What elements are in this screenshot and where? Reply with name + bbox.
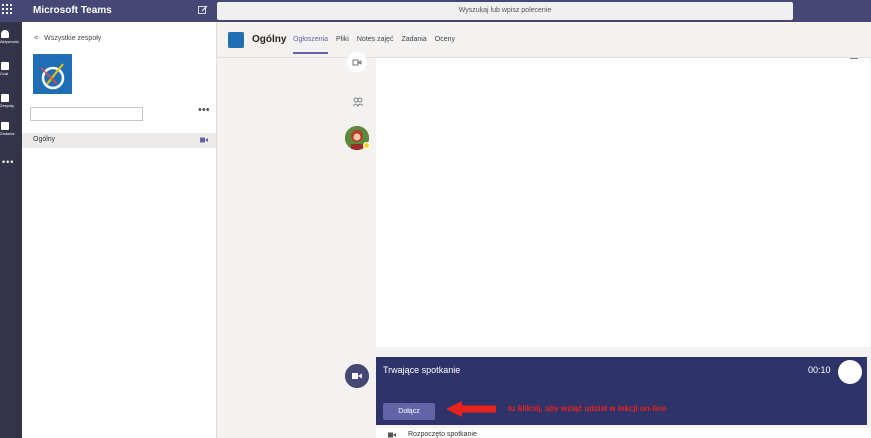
meeting-title: Trwające spotkanie bbox=[383, 365, 461, 375]
tab-assignments[interactable]: Zadania bbox=[401, 36, 426, 54]
channel-tabs: Ogłoszenia Pliki Notes zajęć Zadania Oce… bbox=[293, 36, 463, 54]
tab-files[interactable]: Pliki bbox=[336, 36, 349, 54]
team-filter-input[interactable] bbox=[30, 107, 143, 121]
rail-item-label: Zadania bbox=[0, 131, 15, 136]
presence-status-icon bbox=[363, 142, 370, 149]
meeting-video-icon bbox=[345, 364, 369, 388]
back-to-all-teams[interactable]: < Wszystkie zespoły bbox=[34, 35, 101, 42]
channel-header: Ogólny Ogłoszenia Pliki Notes zajęć Zada… bbox=[217, 22, 871, 58]
team-more-options-icon[interactable]: ••• bbox=[198, 104, 210, 116]
chevron-left-icon: < bbox=[34, 35, 39, 42]
join-meeting-button[interactable]: Dołącz bbox=[383, 403, 435, 420]
meeting-timer: 00:10 bbox=[808, 365, 831, 375]
app-rail: Aktywność Czat Zespoły Zadania ••• bbox=[0, 22, 22, 438]
new-chat-icon[interactable] bbox=[198, 5, 208, 15]
app-title: Microsoft Teams bbox=[33, 5, 112, 16]
meeting-started-text: Rozpoczęto spotkanie bbox=[408, 431, 477, 438]
people-icon bbox=[353, 97, 363, 107]
search-input[interactable]: Wyszukaj lub wpisz polecenie bbox=[217, 2, 793, 20]
channel-team-logo bbox=[228, 32, 244, 48]
tab-grades[interactable]: Oceny bbox=[435, 36, 455, 54]
channel-name: Ogólny bbox=[252, 34, 287, 45]
title-bar: Microsoft Teams Wyszukaj lub wpisz polec… bbox=[0, 0, 871, 22]
post-card bbox=[376, 58, 870, 347]
tab-announcements[interactable]: Ogłoszenia bbox=[293, 36, 329, 54]
back-label: Wszystkie zespoły bbox=[44, 35, 102, 42]
more-apps-icon[interactable]: ••• bbox=[2, 157, 14, 167]
rail-item-label: Zespoły bbox=[0, 103, 15, 108]
rail-item-activity[interactable]: Aktywność bbox=[0, 30, 22, 58]
teams-icon bbox=[1, 94, 9, 102]
rail-item-chat[interactable]: Czat bbox=[0, 62, 22, 90]
video-camera-icon bbox=[388, 432, 396, 438]
bell-icon bbox=[1, 30, 9, 38]
chat-icon bbox=[1, 62, 9, 70]
app-launcher-icon[interactable] bbox=[2, 4, 14, 16]
rail-item-assignments[interactable]: Zadania bbox=[0, 122, 22, 150]
participant-avatar bbox=[838, 360, 862, 384]
team-panel: < Wszystkie zespoły ••• Ogólny bbox=[22, 22, 217, 438]
video-camera-icon bbox=[347, 52, 367, 72]
card-separator bbox=[850, 58, 858, 59]
video-camera-icon bbox=[200, 137, 208, 143]
annotation-arrow-icon bbox=[446, 401, 496, 417]
meeting-started-row: Rozpoczęto spotkanie bbox=[376, 428, 870, 438]
team-logo bbox=[33, 54, 72, 94]
assignments-icon bbox=[1, 122, 9, 130]
tab-class-notebook[interactable]: Notes zajęć bbox=[357, 36, 394, 54]
message-feed: Trwające spotkanie 00:10 Dołącz tu klikn… bbox=[217, 52, 871, 438]
rail-item-label: Czat bbox=[0, 71, 9, 76]
rail-item-label: Aktywność bbox=[0, 39, 20, 44]
annotation-text: tu kliknij, aby wziąć udział w lekcji on… bbox=[508, 404, 667, 413]
rail-item-teams[interactable]: Zespoły bbox=[0, 94, 22, 122]
channel-item-general[interactable]: Ogólny bbox=[22, 133, 216, 148]
channel-label: Ogólny bbox=[33, 136, 56, 143]
